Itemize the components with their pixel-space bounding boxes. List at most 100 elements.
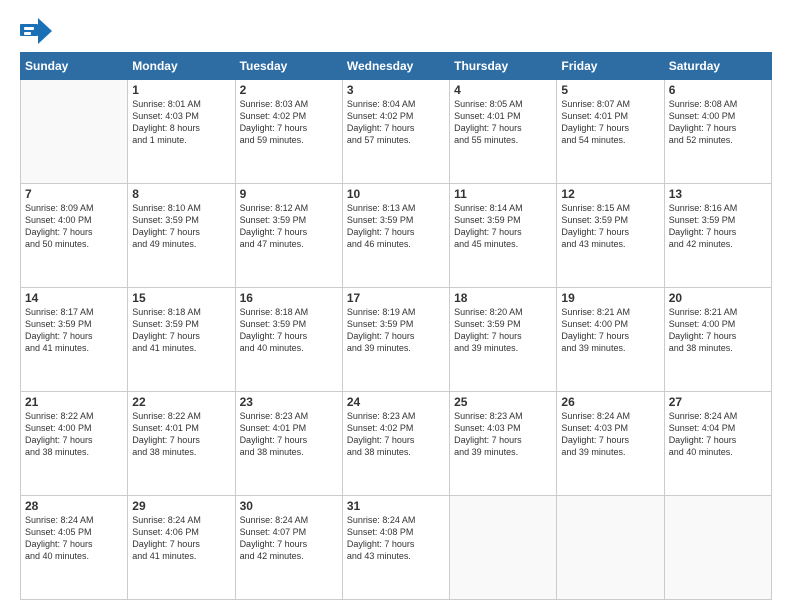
calendar-cell: 10Sunrise: 8:13 AMSunset: 3:59 PMDayligh… — [342, 184, 449, 288]
calendar-week-1: 1Sunrise: 8:01 AMSunset: 4:03 PMDaylight… — [21, 80, 772, 184]
cell-info: Sunrise: 8:16 AMSunset: 3:59 PMDaylight:… — [669, 202, 767, 251]
calendar-week-4: 21Sunrise: 8:22 AMSunset: 4:00 PMDayligh… — [21, 392, 772, 496]
cell-info: Sunrise: 8:15 AMSunset: 3:59 PMDaylight:… — [561, 202, 659, 251]
calendar-cell: 13Sunrise: 8:16 AMSunset: 3:59 PMDayligh… — [664, 184, 771, 288]
calendar-cell: 4Sunrise: 8:05 AMSunset: 4:01 PMDaylight… — [450, 80, 557, 184]
calendar-cell: 27Sunrise: 8:24 AMSunset: 4:04 PMDayligh… — [664, 392, 771, 496]
cell-info: Sunrise: 8:01 AMSunset: 4:03 PMDaylight:… — [132, 98, 230, 147]
calendar-cell: 3Sunrise: 8:04 AMSunset: 4:02 PMDaylight… — [342, 80, 449, 184]
page: SundayMondayTuesdayWednesdayThursdayFrid… — [0, 0, 792, 612]
day-header-saturday: Saturday — [664, 53, 771, 80]
cell-info: Sunrise: 8:10 AMSunset: 3:59 PMDaylight:… — [132, 202, 230, 251]
day-number: 23 — [240, 395, 338, 409]
cell-info: Sunrise: 8:05 AMSunset: 4:01 PMDaylight:… — [454, 98, 552, 147]
cell-info: Sunrise: 8:19 AMSunset: 3:59 PMDaylight:… — [347, 306, 445, 355]
day-number: 14 — [25, 291, 123, 305]
header — [20, 18, 772, 44]
cell-info: Sunrise: 8:04 AMSunset: 4:02 PMDaylight:… — [347, 98, 445, 147]
day-number: 19 — [561, 291, 659, 305]
day-header-monday: Monday — [128, 53, 235, 80]
calendar-cell: 15Sunrise: 8:18 AMSunset: 3:59 PMDayligh… — [128, 288, 235, 392]
calendar-cell: 1Sunrise: 8:01 AMSunset: 4:03 PMDaylight… — [128, 80, 235, 184]
day-number: 7 — [25, 187, 123, 201]
day-number: 13 — [669, 187, 767, 201]
cell-info: Sunrise: 8:14 AMSunset: 3:59 PMDaylight:… — [454, 202, 552, 251]
cell-info: Sunrise: 8:18 AMSunset: 3:59 PMDaylight:… — [132, 306, 230, 355]
day-number: 6 — [669, 83, 767, 97]
calendar-cell: 26Sunrise: 8:24 AMSunset: 4:03 PMDayligh… — [557, 392, 664, 496]
calendar-cell: 19Sunrise: 8:21 AMSunset: 4:00 PMDayligh… — [557, 288, 664, 392]
calendar-cell: 9Sunrise: 8:12 AMSunset: 3:59 PMDaylight… — [235, 184, 342, 288]
cell-info: Sunrise: 8:24 AMSunset: 4:04 PMDaylight:… — [669, 410, 767, 459]
calendar-cell: 22Sunrise: 8:22 AMSunset: 4:01 PMDayligh… — [128, 392, 235, 496]
day-number: 11 — [454, 187, 552, 201]
calendar-cell: 11Sunrise: 8:14 AMSunset: 3:59 PMDayligh… — [450, 184, 557, 288]
calendar-cell: 25Sunrise: 8:23 AMSunset: 4:03 PMDayligh… — [450, 392, 557, 496]
day-number: 28 — [25, 499, 123, 513]
day-number: 31 — [347, 499, 445, 513]
cell-info: Sunrise: 8:12 AMSunset: 3:59 PMDaylight:… — [240, 202, 338, 251]
cell-info: Sunrise: 8:24 AMSunset: 4:08 PMDaylight:… — [347, 514, 445, 563]
calendar-week-2: 7Sunrise: 8:09 AMSunset: 4:00 PMDaylight… — [21, 184, 772, 288]
day-number: 15 — [132, 291, 230, 305]
cell-info: Sunrise: 8:03 AMSunset: 4:02 PMDaylight:… — [240, 98, 338, 147]
day-header-tuesday: Tuesday — [235, 53, 342, 80]
calendar-cell: 7Sunrise: 8:09 AMSunset: 4:00 PMDaylight… — [21, 184, 128, 288]
calendar-cell: 14Sunrise: 8:17 AMSunset: 3:59 PMDayligh… — [21, 288, 128, 392]
logo — [20, 18, 56, 44]
calendar-cell: 31Sunrise: 8:24 AMSunset: 4:08 PMDayligh… — [342, 496, 449, 600]
cell-info: Sunrise: 8:20 AMSunset: 3:59 PMDaylight:… — [454, 306, 552, 355]
day-number: 26 — [561, 395, 659, 409]
cell-info: Sunrise: 8:08 AMSunset: 4:00 PMDaylight:… — [669, 98, 767, 147]
day-number: 10 — [347, 187, 445, 201]
calendar-cell — [21, 80, 128, 184]
cell-info: Sunrise: 8:24 AMSunset: 4:06 PMDaylight:… — [132, 514, 230, 563]
day-header-wednesday: Wednesday — [342, 53, 449, 80]
day-header-friday: Friday — [557, 53, 664, 80]
calendar-cell — [557, 496, 664, 600]
day-number: 25 — [454, 395, 552, 409]
calendar-cell: 18Sunrise: 8:20 AMSunset: 3:59 PMDayligh… — [450, 288, 557, 392]
calendar-cell: 17Sunrise: 8:19 AMSunset: 3:59 PMDayligh… — [342, 288, 449, 392]
cell-info: Sunrise: 8:24 AMSunset: 4:05 PMDaylight:… — [25, 514, 123, 563]
day-number: 2 — [240, 83, 338, 97]
day-number: 30 — [240, 499, 338, 513]
cell-info: Sunrise: 8:22 AMSunset: 4:01 PMDaylight:… — [132, 410, 230, 459]
calendar-week-3: 14Sunrise: 8:17 AMSunset: 3:59 PMDayligh… — [21, 288, 772, 392]
calendar-cell: 21Sunrise: 8:22 AMSunset: 4:00 PMDayligh… — [21, 392, 128, 496]
calendar-cell: 20Sunrise: 8:21 AMSunset: 4:00 PMDayligh… — [664, 288, 771, 392]
calendar-cell: 28Sunrise: 8:24 AMSunset: 4:05 PMDayligh… — [21, 496, 128, 600]
day-number: 1 — [132, 83, 230, 97]
calendar-cell: 23Sunrise: 8:23 AMSunset: 4:01 PMDayligh… — [235, 392, 342, 496]
cell-info: Sunrise: 8:13 AMSunset: 3:59 PMDaylight:… — [347, 202, 445, 251]
calendar-cell: 24Sunrise: 8:23 AMSunset: 4:02 PMDayligh… — [342, 392, 449, 496]
calendar-cell: 16Sunrise: 8:18 AMSunset: 3:59 PMDayligh… — [235, 288, 342, 392]
day-number: 12 — [561, 187, 659, 201]
cell-info: Sunrise: 8:21 AMSunset: 4:00 PMDaylight:… — [669, 306, 767, 355]
cell-info: Sunrise: 8:23 AMSunset: 4:01 PMDaylight:… — [240, 410, 338, 459]
calendar-cell: 29Sunrise: 8:24 AMSunset: 4:06 PMDayligh… — [128, 496, 235, 600]
cell-info: Sunrise: 8:18 AMSunset: 3:59 PMDaylight:… — [240, 306, 338, 355]
day-number: 17 — [347, 291, 445, 305]
day-number: 27 — [669, 395, 767, 409]
cell-info: Sunrise: 8:22 AMSunset: 4:00 PMDaylight:… — [25, 410, 123, 459]
day-number: 8 — [132, 187, 230, 201]
day-number: 3 — [347, 83, 445, 97]
day-number: 5 — [561, 83, 659, 97]
calendar-cell: 12Sunrise: 8:15 AMSunset: 3:59 PMDayligh… — [557, 184, 664, 288]
cell-info: Sunrise: 8:07 AMSunset: 4:01 PMDaylight:… — [561, 98, 659, 147]
day-number: 9 — [240, 187, 338, 201]
logo-icon — [20, 18, 52, 44]
calendar-cell — [664, 496, 771, 600]
cell-info: Sunrise: 8:09 AMSunset: 4:00 PMDaylight:… — [25, 202, 123, 251]
cell-info: Sunrise: 8:21 AMSunset: 4:00 PMDaylight:… — [561, 306, 659, 355]
cell-info: Sunrise: 8:23 AMSunset: 4:03 PMDaylight:… — [454, 410, 552, 459]
calendar-cell: 2Sunrise: 8:03 AMSunset: 4:02 PMDaylight… — [235, 80, 342, 184]
day-header-sunday: Sunday — [21, 53, 128, 80]
calendar-cell: 30Sunrise: 8:24 AMSunset: 4:07 PMDayligh… — [235, 496, 342, 600]
day-number: 4 — [454, 83, 552, 97]
day-number: 20 — [669, 291, 767, 305]
day-header-thursday: Thursday — [450, 53, 557, 80]
cell-info: Sunrise: 8:24 AMSunset: 4:07 PMDaylight:… — [240, 514, 338, 563]
calendar-week-5: 28Sunrise: 8:24 AMSunset: 4:05 PMDayligh… — [21, 496, 772, 600]
